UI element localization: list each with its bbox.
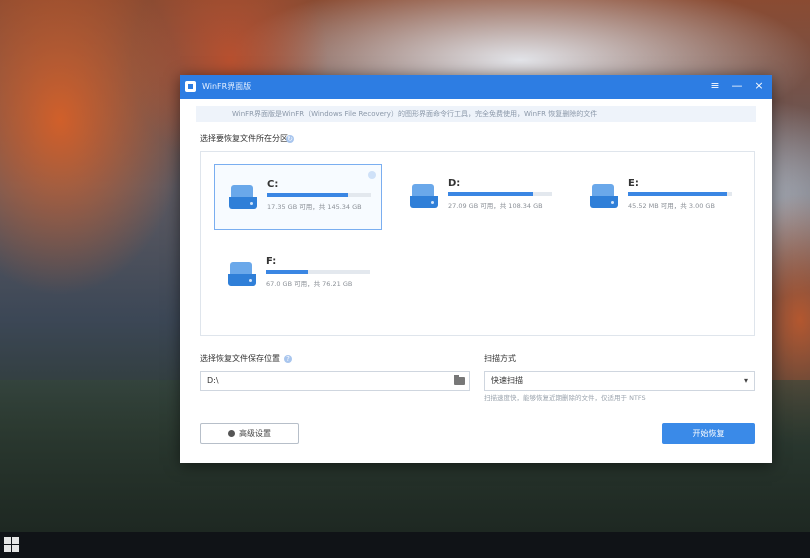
drive-size-text: 45.52 MB 可用，共 3.00 GB [628, 202, 715, 210]
drive-usage-bar [628, 192, 732, 196]
chevron-down-icon: ▾ [743, 376, 748, 385]
drives-section-label: 选择要恢复文件所在分区 [200, 134, 288, 143]
minimize-icon[interactable]: — [730, 79, 744, 93]
drive-icon [410, 184, 438, 208]
scan-mode-hint: 扫描速度快，能够恢复近期删除的文件，仅适用于 NTFS [484, 394, 646, 402]
windows-start-icon[interactable] [4, 537, 20, 553]
drive-letter: D: [448, 178, 461, 189]
drive-usage-fill [266, 270, 308, 274]
drive-letter: E: [628, 178, 639, 189]
drive-icon [590, 184, 618, 208]
drive-card-c[interactable]: C: 17.35 GB 可用，共 145.34 GB [214, 164, 382, 230]
scan-mode-value: 快速扫描 [491, 376, 523, 385]
save-location-input[interactable]: D:\ [200, 371, 470, 391]
advanced-settings-button[interactable]: 高级设置 [200, 423, 299, 444]
drives-panel: C: 17.35 GB 可用，共 145.34 GB D: 27.09 GB 可… [200, 151, 755, 336]
title-bar: WinFR界面版 ≡ — × [180, 75, 772, 99]
drive-letter: C: [267, 179, 279, 190]
drive-usage-bar [448, 192, 552, 196]
save-location-label: 选择恢复文件保存位置 [200, 354, 280, 363]
drive-usage-fill [267, 193, 349, 197]
drive-letter: F: [266, 256, 277, 267]
taskbar [0, 532, 810, 558]
drive-usage-bar [266, 270, 370, 274]
app-window: WinFR界面版 ≡ — × WinFR界面版是WinFR（Windows Fi… [180, 75, 772, 463]
advanced-settings-label: 高级设置 [239, 429, 271, 438]
drive-card-d[interactable]: D: 27.09 GB 可用，共 108.34 GB [396, 164, 564, 230]
window-title: WinFR界面版 [202, 82, 252, 91]
help-icon[interactable]: ? [284, 355, 292, 363]
selected-check-icon [368, 171, 376, 179]
scan-mode-label: 扫描方式 [484, 354, 516, 363]
gear-icon [228, 430, 235, 437]
drive-usage-bar [267, 193, 371, 197]
drive-size-text: 67.0 GB 可用，共 76.21 GB [266, 280, 353, 288]
drive-icon [229, 185, 257, 209]
drive-card-e[interactable]: E: 45.52 MB 可用，共 3.00 GB [576, 164, 744, 230]
refresh-icon[interactable]: ↻ [286, 135, 294, 143]
menu-icon[interactable]: ≡ [708, 79, 722, 93]
info-banner: WinFR界面版是WinFR（Windows File Recovery）的图形… [196, 106, 756, 122]
start-recovery-button[interactable]: 开始恢复 [662, 423, 755, 444]
drive-usage-fill [448, 192, 534, 196]
scan-mode-select[interactable]: 快速扫描 ▾ [484, 371, 755, 391]
folder-icon[interactable] [454, 375, 465, 385]
close-icon[interactable]: × [752, 79, 766, 93]
app-logo-icon [185, 81, 196, 92]
save-location-value: D:\ [207, 376, 219, 385]
drive-card-f[interactable]: F: 67.0 GB 可用，共 76.21 GB [214, 242, 382, 308]
drive-usage-fill [628, 192, 727, 196]
drive-size-text: 17.35 GB 可用，共 145.34 GB [267, 203, 362, 211]
drive-size-text: 27.09 GB 可用，共 108.34 GB [448, 202, 543, 210]
drive-icon [228, 262, 256, 286]
